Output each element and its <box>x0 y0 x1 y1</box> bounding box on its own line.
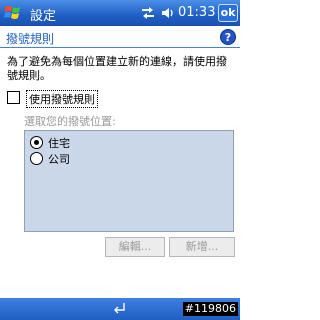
keyboard-icon[interactable] <box>112 301 128 319</box>
use-dialing-rules-checkbox[interactable] <box>7 91 20 104</box>
signal-icon[interactable] <box>140 5 156 21</box>
app-title: 設定 <box>30 9 57 24</box>
location-label-work[interactable]: 公司 <box>48 151 70 167</box>
new-button[interactable]: 新增... <box>169 237 235 257</box>
location-radio-home[interactable] <box>30 136 43 149</box>
volume-icon[interactable] <box>160 5 176 21</box>
page-title: 撥號規則 <box>6 32 55 46</box>
ok-button[interactable]: ok <box>218 4 238 22</box>
windows-start-icon[interactable] <box>2 2 24 24</box>
location-section-label: 選取您的撥號位置: <box>24 115 116 128</box>
location-list[interactable]: 住宅 公司 <box>24 130 234 232</box>
use-dialing-rules-label[interactable]: 使用撥號規則 <box>26 90 98 108</box>
clock[interactable]: 01:33 <box>178 5 215 20</box>
header-divider <box>0 47 240 48</box>
title-bar: 設定 01:33 ok <box>0 0 240 26</box>
location-label-home[interactable]: 住宅 <box>48 135 70 151</box>
description-text: 為了避免為每個位置建立新的連線，請使用撥號規則。 <box>7 55 227 82</box>
watermark-label: #119806 <box>182 302 238 316</box>
edit-button[interactable]: 編輯... <box>105 237 165 257</box>
radio-selected-dot <box>34 140 39 145</box>
page-header: 撥號規則 ? <box>0 26 240 48</box>
location-radio-work[interactable] <box>30 152 43 165</box>
help-icon[interactable]: ? <box>220 29 236 45</box>
